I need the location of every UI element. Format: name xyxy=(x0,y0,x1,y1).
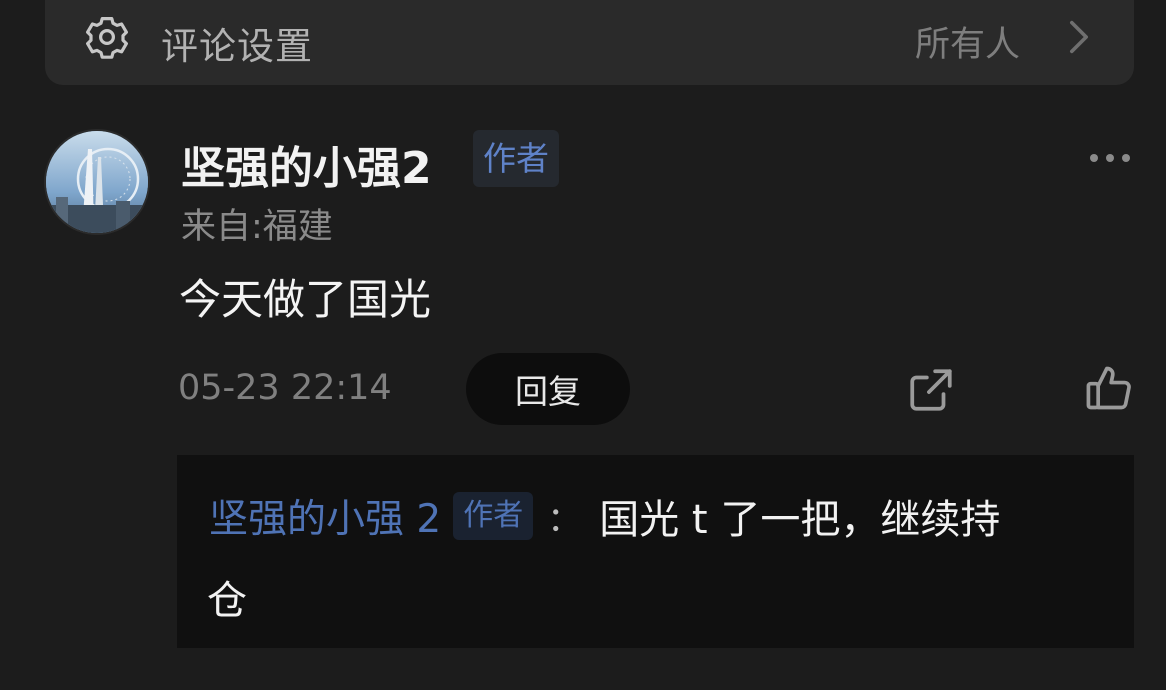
reply-button[interactable]: 回复 xyxy=(466,353,630,425)
comment-text: 今天做了国光 xyxy=(179,275,432,324)
reply-author-badge: 作者 xyxy=(453,492,534,540)
share-icon[interactable] xyxy=(906,365,956,415)
avatar[interactable] xyxy=(46,131,148,233)
comment-timestamp: 05-23 22:14 xyxy=(178,368,392,408)
comment-location: 来自:福建 xyxy=(181,207,333,247)
chevron-right-icon xyxy=(1070,20,1088,54)
reply-colon: ： xyxy=(547,499,582,540)
reply-username[interactable]: 坚强的小强 2 xyxy=(209,488,441,544)
reply-preview[interactable]: 坚强的小强 2 作者 ： 国光 t 了一把，继续持 仓 xyxy=(177,455,1134,648)
comment-username[interactable]: 坚强的小强2 xyxy=(181,132,432,196)
comment-settings-label: 评论设置 xyxy=(161,25,313,68)
more-dots-icon[interactable] xyxy=(1087,151,1133,165)
comment-settings-value: 所有人 xyxy=(914,25,1020,65)
comment-settings-row[interactable]: 评论设置 所有人 xyxy=(45,0,1134,85)
reply-text-line-2: 仓 xyxy=(207,578,247,624)
gear-icon xyxy=(86,17,128,59)
author-badge: 作者 xyxy=(473,130,559,187)
thumbs-up-icon[interactable] xyxy=(1083,362,1135,414)
reply-first-line: 坚强的小强 2 作者 ： 国光 t 了一把，继续持 xyxy=(209,487,1000,545)
reply-text-line-1: 国光 t 了一把，继续持 xyxy=(599,497,1001,543)
